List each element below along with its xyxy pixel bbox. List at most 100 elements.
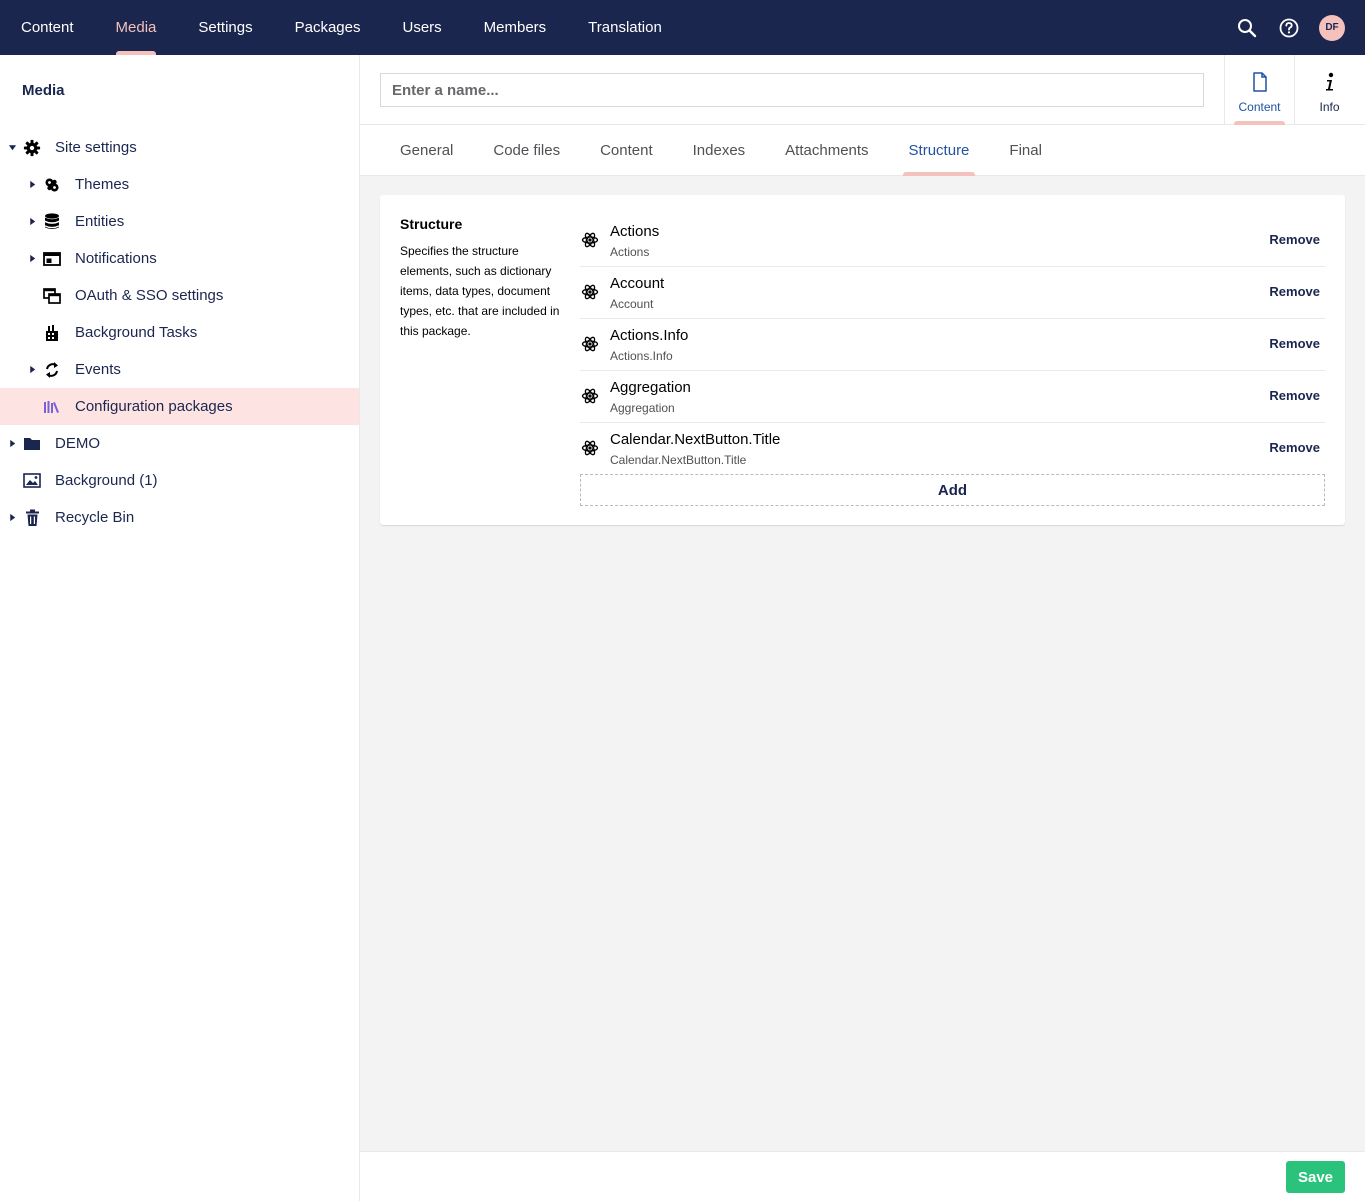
tab-structure[interactable]: Structure: [889, 125, 990, 176]
tab-indexes[interactable]: Indexes: [673, 125, 766, 175]
database-icon: [42, 212, 62, 232]
app-button-label: Content: [1238, 100, 1281, 114]
tree-item-label: Background Tasks: [75, 324, 198, 341]
tree-item-oauth-sso-settings[interactable]: OAuth & SSO settings: [0, 277, 359, 314]
list-item: Calendar.NextButton.Title Calendar.NextB…: [580, 423, 1325, 475]
windows-icon: [42, 286, 62, 306]
caret-right-icon[interactable]: [7, 439, 17, 449]
media-tree: Site settings Themes Entities Notificati…: [0, 129, 359, 536]
caret-right-icon[interactable]: [27, 217, 37, 227]
item-name: Actions: [610, 223, 660, 240]
tree-item-entities[interactable]: Entities: [0, 203, 359, 240]
item-name: Calendar.NextButton.Title: [610, 431, 781, 448]
editor-header: Content Info: [360, 55, 1365, 125]
remove-button[interactable]: Remove: [1269, 284, 1320, 299]
tree-item-notifications[interactable]: Notifications: [0, 240, 359, 277]
item-alias: Account: [610, 297, 654, 311]
remove-button[interactable]: Remove: [1269, 440, 1320, 455]
tree-item-site-settings[interactable]: Site settings: [0, 129, 359, 166]
tab-code-files[interactable]: Code files: [473, 125, 580, 175]
sync-icon: [42, 360, 62, 380]
tree-item-recycle-bin[interactable]: Recycle Bin: [0, 499, 359, 536]
structure-panel: Structure Specifies the structure elemen…: [380, 195, 1345, 525]
books-icon: [42, 397, 62, 417]
item-alias: Actions: [610, 245, 650, 259]
list-item: Aggregation Aggregation Remove: [580, 371, 1325, 423]
top-navigation-bar: Content Media Settings Packages Users Me…: [0, 0, 1365, 55]
app-button-label: Info: [1319, 100, 1340, 114]
nav-item-users[interactable]: Users: [381, 0, 462, 55]
name-input[interactable]: [380, 73, 1204, 107]
atom-icon: [581, 387, 599, 405]
search-icon[interactable]: [1235, 16, 1259, 40]
item-alias: Calendar.NextButton.Title: [610, 453, 747, 467]
nav-item-translation[interactable]: Translation: [567, 0, 683, 55]
editor-tabs: General Code files Content Indexes Attac…: [360, 125, 1365, 176]
atom-icon: [581, 231, 599, 249]
remove-button[interactable]: Remove: [1269, 388, 1320, 403]
tab-content[interactable]: Content: [580, 125, 673, 175]
tree-item-label: DEMO: [55, 435, 100, 452]
list-item: Actions Actions Remove: [580, 215, 1325, 267]
folder-icon: [22, 434, 42, 454]
caret-right-icon[interactable]: [7, 513, 17, 523]
app-content-button[interactable]: Content: [1224, 55, 1294, 125]
tree-item-label: Site settings: [55, 139, 137, 156]
nav-item-settings[interactable]: Settings: [177, 0, 273, 55]
tree-item-background[interactable]: Background (1): [0, 462, 359, 499]
caret-down-icon[interactable]: [7, 143, 17, 153]
nav-item-media[interactable]: Media: [95, 0, 178, 55]
tree-item-label: OAuth & SSO settings: [75, 287, 224, 304]
caret-right-icon[interactable]: [27, 254, 37, 264]
item-name: Account: [610, 275, 665, 292]
palette-icon: [42, 175, 62, 195]
editor-area: Content Info General Code files Content …: [360, 55, 1365, 1201]
list-item: Account Account Remove: [580, 267, 1325, 319]
caret-right-icon[interactable]: [27, 180, 37, 190]
trash-icon: [22, 508, 42, 528]
tree-item-label: Background (1): [55, 472, 158, 489]
document-icon: [1252, 71, 1268, 93]
tree-item-label: Entities: [75, 213, 125, 230]
structure-list: Actions Actions Remove Account Account R…: [580, 215, 1325, 475]
user-avatar[interactable]: DF: [1319, 14, 1345, 41]
tab-attachments[interactable]: Attachments: [765, 125, 888, 175]
tasks-icon: [42, 323, 62, 343]
item-alias: Actions.Info: [610, 349, 673, 363]
gear-icon: [22, 138, 42, 158]
tree-item-label: Themes: [75, 176, 130, 193]
tree-item-label: Notifications: [75, 250, 157, 267]
app-info-button[interactable]: Info: [1294, 55, 1364, 125]
remove-button[interactable]: Remove: [1269, 336, 1320, 351]
atom-icon: [581, 439, 599, 457]
caret-right-icon[interactable]: [27, 365, 37, 375]
tree-item-label: Configuration packages: [75, 398, 233, 415]
tree-item-label: Events: [75, 361, 121, 378]
tree-item-demo[interactable]: DEMO: [0, 425, 359, 462]
editor-footer: Save: [360, 1151, 1365, 1201]
tab-general[interactable]: General: [380, 125, 473, 175]
list-item: Actions.Info Actions.Info Remove: [580, 319, 1325, 371]
nav-item-members[interactable]: Members: [463, 0, 568, 55]
save-button[interactable]: Save: [1286, 1161, 1345, 1193]
nav-item-content[interactable]: Content: [0, 0, 95, 55]
atom-icon: [581, 283, 599, 301]
item-name: Actions.Info: [610, 327, 689, 344]
item-alias: Aggregation: [610, 401, 675, 415]
nav-item-packages[interactable]: Packages: [274, 0, 382, 55]
sidebar: Media Site settings Themes Entities Noti…: [0, 55, 360, 1201]
tree-item-background-tasks[interactable]: Background Tasks: [0, 314, 359, 351]
remove-button[interactable]: Remove: [1269, 232, 1320, 247]
tree-item-themes[interactable]: Themes: [0, 166, 359, 203]
section-nav: Content Media Settings Packages Users Me…: [0, 0, 683, 55]
help-icon[interactable]: [1277, 16, 1301, 40]
tree-item-configuration-packages[interactable]: Configuration packages: [0, 388, 359, 425]
structure-description: Specifies the structure elements, such a…: [400, 244, 560, 338]
add-button[interactable]: Add: [580, 474, 1325, 506]
sidebar-title: Media: [22, 82, 65, 99]
tree-item-events[interactable]: Events: [0, 351, 359, 388]
picture-icon: [22, 471, 42, 491]
tree-item-label: Recycle Bin: [55, 509, 135, 526]
info-icon: [1324, 71, 1336, 93]
tab-final[interactable]: Final: [989, 125, 1062, 175]
